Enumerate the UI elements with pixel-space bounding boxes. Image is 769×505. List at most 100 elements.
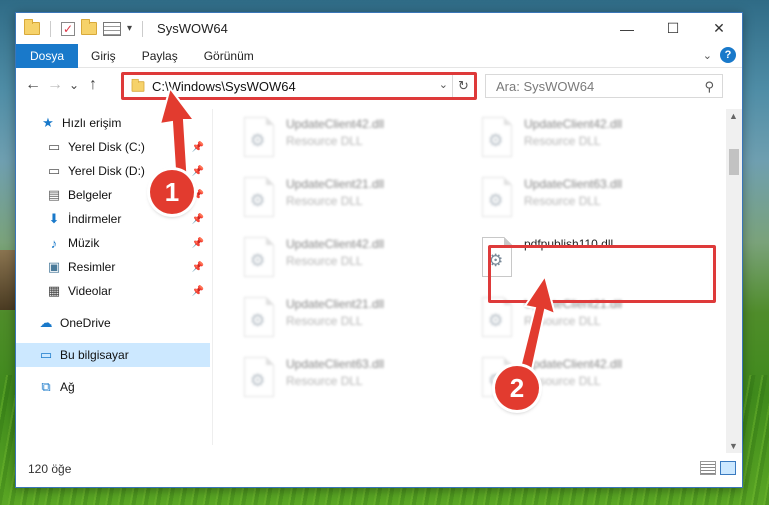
pin-icon[interactable]: 📌 (192, 238, 204, 249)
properties-icon[interactable] (103, 21, 121, 36)
video-icon: ▦ (47, 283, 61, 298)
file-list: ⚙ UpdateClient42.dll Resource DLL ⚙ Updat… (224, 109, 726, 445)
cloud-icon: ☁ (39, 315, 53, 330)
file-type: Resource DLL (286, 254, 363, 268)
sidebar-item-label: Belgeler (68, 188, 113, 202)
pane-divider[interactable] (212, 109, 213, 445)
forward-button[interactable]: → (44, 74, 66, 96)
back-button[interactable]: ← (22, 74, 44, 96)
dll-file-icon: ⚙ (476, 177, 516, 223)
sidebar-item-label: Videolar (68, 284, 112, 298)
properties-check-icon[interactable]: ✓ (61, 21, 75, 36)
sidebar-item-onedrive[interactable]: ☁ OneDrive (16, 311, 210, 335)
dll-file-icon: ⚙ (238, 357, 278, 403)
chevron-down-icon[interactable]: ⌄ (703, 49, 712, 62)
toolbar-divider (50, 20, 51, 37)
sidebar-item-this-pc[interactable]: ▭ Bu bilgisayar (16, 343, 210, 367)
sidebar-item-label: OneDrive (60, 316, 111, 330)
dll-file-icon: ⚙ (476, 297, 516, 343)
status-bar: 120 öğe (16, 455, 742, 483)
file-type: Resource DLL (524, 134, 601, 148)
folder-icon (24, 19, 40, 35)
pin-icon[interactable]: 📌 (192, 214, 204, 225)
sidebar-item-music[interactable]: ♪ Müzik 📌 (16, 231, 210, 255)
tab-giris[interactable]: Giriş (78, 44, 129, 68)
sidebar-item-videos[interactable]: ▦ Videolar 📌 (16, 279, 210, 303)
title-bar: ✓ ▾ SysWOW64 — ☐ ✕ (16, 13, 742, 44)
up-button[interactable]: ↑ (82, 74, 104, 96)
file-item[interactable]: ⚙ UpdateClient63.dll Resource DLL (476, 173, 696, 229)
background-hut (0, 250, 16, 310)
star-icon: ★ (42, 115, 54, 130)
drive-icon: ▭ (47, 163, 61, 178)
sidebar-item-label: Hızlı erişim (62, 116, 122, 130)
search-icon[interactable]: ⚲ (704, 79, 714, 95)
file-item[interactable]: ⚙ UpdateClient42.dll Resource DLL (476, 113, 696, 169)
music-icon: ♪ (50, 235, 58, 251)
search-input[interactable]: Ara: SysWOW64 (496, 79, 594, 94)
close-button[interactable]: ✕ (696, 13, 742, 44)
sidebar-item-label: Ağ (60, 380, 75, 394)
pin-icon[interactable]: 📌 (192, 286, 204, 297)
address-highlight-box (121, 72, 477, 100)
tab-dosya[interactable]: Dosya (16, 43, 79, 68)
dll-file-icon: ⚙ (238, 297, 278, 343)
sidebar-item-disk-c[interactable]: ▭ Yerel Disk (C:) 📌 (16, 135, 210, 159)
new-folder-icon[interactable] (81, 19, 97, 35)
vertical-scrollbar[interactable]: ▲ ▼ (726, 109, 742, 453)
file-name: UpdateClient42.dll (286, 237, 385, 251)
ribbon-tabs: Dosya Giriş Paylaş Görünüm ⌄ ? (16, 43, 742, 68)
view-buttons (700, 461, 736, 475)
sidebar-item-label: Resimler (68, 260, 116, 274)
file-item[interactable]: ⚙ UpdateClient21.dll Resource DLL (238, 293, 458, 349)
scroll-up-icon[interactable]: ▲ (729, 111, 738, 121)
file-explorer-window: ✓ ▾ SysWOW64 — ☐ ✕ Dosya Giriş Paylaş Gö… (15, 12, 743, 488)
sidebar-item-label: Bu bilgisayar (60, 348, 129, 362)
file-name: UpdateClient63.dll (286, 357, 385, 371)
file-name: UpdateClient42.dll (524, 117, 623, 131)
pictures-icon: ▣ (47, 259, 61, 274)
sidebar-item-network[interactable]: ⧉ Ağ (16, 375, 210, 399)
recent-locations-button[interactable]: ⌄ (66, 74, 82, 96)
file-name: UpdateClient42.dll (286, 117, 385, 131)
minimize-button[interactable]: — (604, 13, 650, 44)
sidebar-item-label: İndirmeler (68, 212, 122, 226)
pin-icon[interactable]: 📌 (192, 166, 204, 177)
maximize-button[interactable]: ☐ (650, 13, 696, 44)
file-item[interactable]: ⚙ UpdateClient63.dll Resource DLL (238, 353, 458, 409)
details-view-icon[interactable] (700, 461, 716, 475)
item-count: 120 öğe (28, 462, 72, 476)
drive-icon: ▭ (47, 139, 61, 154)
file-item[interactable]: ⚙ UpdateClient42.dll Resource DLL (238, 113, 458, 169)
step-1-badge: 1 (150, 170, 194, 214)
quick-access-toolbar: ✓ ▾ (16, 19, 147, 37)
file-type: Resource DLL (286, 314, 363, 328)
toolbar-divider (142, 20, 144, 37)
file-name: UpdateClient21.dll (286, 177, 385, 191)
large-icons-view-icon[interactable] (720, 461, 736, 475)
tab-paylas[interactable]: Paylaş (129, 44, 191, 68)
sidebar-item-label: Müzik (68, 236, 100, 250)
file-item[interactable]: ⚙ UpdateClient21.dll Resource DLL (238, 173, 458, 229)
scroll-down-icon[interactable]: ▼ (729, 441, 738, 451)
help-icon[interactable]: ? (720, 47, 736, 63)
window-title: SysWOW64 (157, 21, 228, 36)
file-name: UpdateClient42.dll (524, 357, 623, 371)
sidebar-item-quick-access[interactable]: ★ Hızlı erişim (16, 111, 210, 135)
file-type: Resource DLL (286, 134, 363, 148)
ribbon-right-controls: ⌄ ? (703, 47, 736, 63)
documents-icon: ▤ (47, 187, 61, 202)
sidebar-item-pictures[interactable]: ▣ Resimler 📌 (16, 255, 210, 279)
file-item[interactable]: ⚙ UpdateClient42.dll Resource DLL (238, 233, 458, 289)
customize-toolbar-icon[interactable]: ▾ (127, 23, 132, 34)
dll-file-icon: ⚙ (476, 117, 516, 163)
pin-icon[interactable]: 📌 (192, 262, 204, 273)
tab-gorunum[interactable]: Görünüm (191, 44, 267, 68)
sidebar-item-label: Yerel Disk (D:) (68, 164, 145, 178)
scroll-thumb[interactable] (729, 149, 739, 175)
file-highlight-box (488, 245, 716, 303)
pin-icon[interactable]: 📌 (192, 142, 204, 153)
navigation-bar: ← → ⌄ ↑ C:\Windows\SysWOW64 ⌄ ↻ Ara: Sys… (16, 70, 742, 100)
search-box[interactable]: Ara: SysWOW64 ⚲ (485, 74, 723, 98)
file-type: Resource DLL (286, 194, 363, 208)
